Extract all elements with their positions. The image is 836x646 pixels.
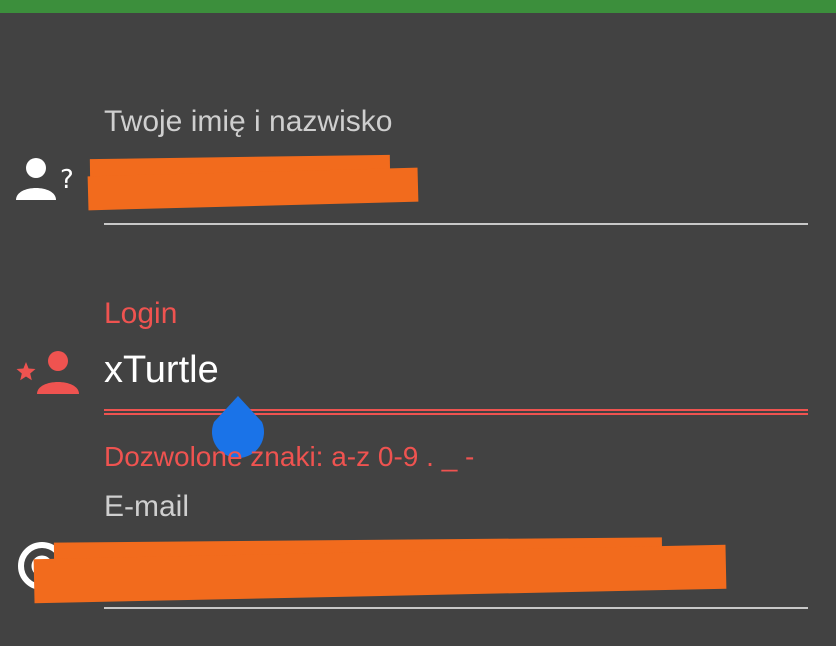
login-input[interactable]: xTurtle [104,348,219,392]
login-helper-text: Dozwolone znaki: a-z 0-9 . _ - [104,441,475,472]
email-field-underline [104,607,808,609]
person-question-icon: ? [14,156,78,209]
email-input[interactable] [33,536,808,610]
login-field-label: Login [104,297,178,330]
name-input[interactable] [87,150,808,226]
top-app-bar [0,0,836,13]
email-field-label: E-mail [104,490,190,523]
name-field-underline [104,223,808,225]
redaction-mark [87,167,419,211]
name-field-label: Twoje imię i nazwisko [104,105,393,138]
person-star-icon [14,348,80,403]
svg-text:?: ? [60,165,74,195]
